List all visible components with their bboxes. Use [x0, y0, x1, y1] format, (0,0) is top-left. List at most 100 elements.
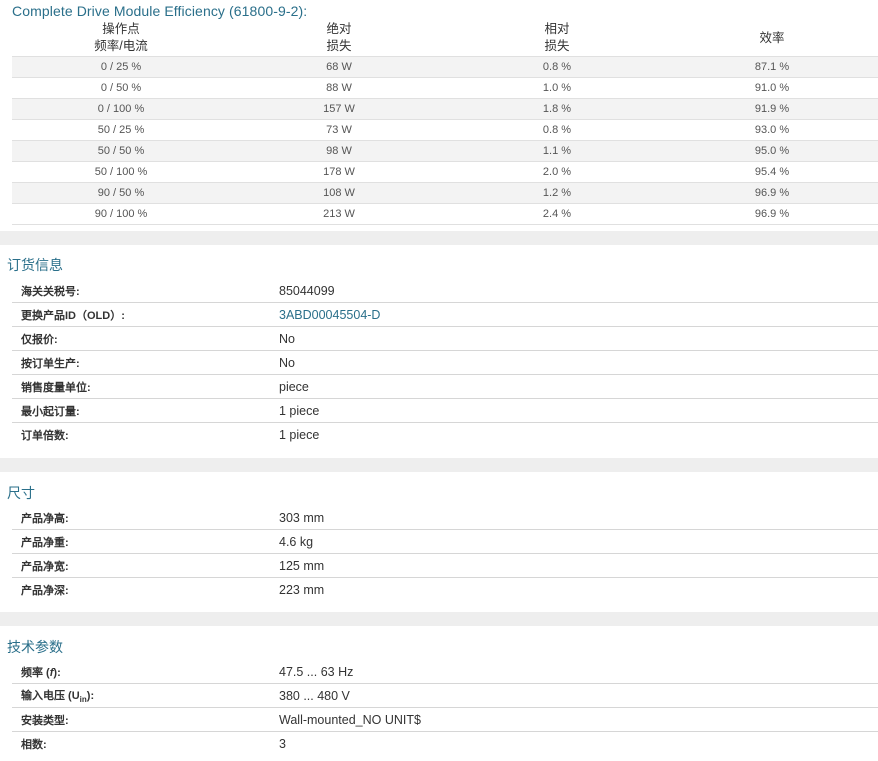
cell-op: 90 / 50 % — [12, 182, 230, 204]
table-row: 50 / 50 % 98 W 1.1 % 95.0 % — [12, 140, 878, 162]
ordering-table: 海关关税号: 85044099 更换产品ID（OLD）: 3ABD0004550… — [12, 279, 878, 446]
table-row: 最小起订量: 1 piece — [12, 398, 878, 423]
key-text: 频率 ( — [21, 666, 50, 679]
table-row: 订单倍数: 1 piece — [12, 423, 878, 447]
cell-op: 90 / 100 % — [12, 203, 230, 225]
technical-key: 安装类型: — [12, 707, 279, 732]
table-row: 仅报价: No — [12, 326, 878, 351]
ordering-value: piece — [279, 374, 878, 399]
header-abs-line1: 绝对 — [326, 22, 352, 36]
section-divider — [0, 231, 878, 245]
technical-key-frequency: 频率 (f): — [12, 660, 279, 684]
key-text: ): — [53, 666, 61, 679]
dimension-value: 303 mm — [279, 506, 878, 530]
table-row: 频率 (f): 47.5 ... 63 Hz — [12, 660, 878, 684]
ordering-value: 85044099 — [279, 279, 878, 303]
technical-value: 380 ... 480 V — [279, 683, 878, 708]
technical-title: 技术参数 — [7, 639, 63, 655]
cell-abs: 98 W — [230, 140, 448, 162]
ordering-value: 1 piece — [279, 398, 878, 423]
technical-value: Wall-mounted_NO UNIT$ — [279, 707, 878, 732]
cell-abs: 178 W — [230, 161, 448, 183]
cell-rel: 0.8 % — [448, 119, 666, 141]
header-operating-point: 操作点 频率/电流 — [12, 20, 230, 57]
cell-op: 50 / 50 % — [12, 140, 230, 162]
dimension-key: 产品净宽: — [12, 553, 279, 578]
dimension-value: 4.6 kg — [279, 529, 878, 554]
cell-eff: 91.9 % — [666, 98, 878, 120]
cell-abs: 73 W — [230, 119, 448, 141]
ordering-value-cell: 3ABD00045504-D — [279, 302, 878, 327]
cell-op: 50 / 25 % — [12, 119, 230, 141]
header-op-line2: 频率/电流 — [94, 39, 148, 53]
ordering-value: 1 piece — [279, 427, 320, 442]
header-absolute-loss: 绝对 损失 — [230, 20, 448, 57]
cell-abs: 88 W — [230, 77, 448, 99]
technical-value: 47.5 ... 63 Hz — [279, 660, 878, 684]
cell-eff: 96.9 % — [666, 203, 878, 225]
cell-abs: 68 W — [230, 56, 448, 78]
ordering-key: 更换产品ID（OLD）: — [12, 302, 279, 327]
technical-key-input-voltage: 输入电压 (Uin): — [12, 683, 279, 708]
dimension-key: 产品净重: — [12, 529, 279, 554]
table-row: 产品净深: 223 mm — [12, 578, 878, 602]
dimensions-table: 产品净高: 303 mm 产品净重: 4.6 kg 产品净宽: 125 mm 产… — [12, 506, 878, 601]
replacement-product-link[interactable]: 3ABD00045504-D — [279, 308, 380, 322]
key-text: ): — [86, 689, 95, 702]
table-row: 输入电压 (Uin): 380 ... 480 V — [12, 683, 878, 708]
cell-op: 0 / 25 % — [12, 56, 230, 78]
key-subscript: in — [79, 695, 87, 705]
technical-key: 相数: — [21, 738, 47, 751]
cell-op: 50 / 100 % — [12, 161, 230, 183]
table-row: 安装类型: Wall-mounted_NO UNIT$ — [12, 707, 878, 732]
efficiency-header-row: 操作点 频率/电流 绝对 损失 相对 损失 效率 — [12, 20, 878, 57]
section-divider — [0, 612, 878, 626]
table-row: 90 / 50 % 108 W 1.2 % 96.9 % — [12, 182, 878, 204]
table-row: 50 / 25 % 73 W 0.8 % 93.0 % — [12, 119, 878, 141]
dimensions-title: 尺寸 — [7, 485, 35, 501]
header-efficiency: 效率 — [759, 30, 785, 45]
efficiency-table: 操作点 频率/电流 绝对 损失 相对 损失 效率 0 / 25 % 68 W 0… — [12, 20, 878, 225]
header-rel-line2: 损失 — [544, 39, 570, 53]
table-row: 50 / 100 % 178 W 2.0 % 95.4 % — [12, 161, 878, 183]
cell-eff: 96.9 % — [666, 182, 878, 204]
ordering-key: 按订单生产: — [12, 350, 279, 375]
cell-abs: 108 W — [230, 182, 448, 204]
ordering-title: 订货信息 — [7, 257, 63, 273]
cell-abs: 157 W — [230, 98, 448, 120]
cell-eff: 91.0 % — [666, 77, 878, 99]
table-row: 产品净重: 4.6 kg — [12, 529, 878, 554]
table-row: 海关关税号: 85044099 — [12, 279, 878, 303]
table-row: 相数: 3 — [12, 732, 878, 756]
dimension-key: 产品净深: — [21, 584, 69, 597]
cell-rel: 2.0 % — [448, 161, 666, 183]
cell-rel: 0.8 % — [448, 56, 666, 78]
cell-op: 0 / 50 % — [12, 77, 230, 99]
ordering-key: 销售度量单位: — [12, 374, 279, 399]
header-rel-line1: 相对 — [544, 22, 570, 36]
cell-eff: 93.0 % — [666, 119, 878, 141]
dimension-key: 产品净高: — [12, 506, 279, 530]
technical-value: 3 — [279, 736, 286, 751]
table-row: 90 / 100 % 213 W 2.4 % 96.9 % — [12, 203, 878, 225]
cell-eff: 87.1 % — [666, 56, 878, 78]
header-relative-loss: 相对 损失 — [448, 20, 666, 57]
cell-rel: 1.8 % — [448, 98, 666, 120]
ordering-key: 海关关税号: — [12, 279, 279, 303]
header-abs-line2: 损失 — [326, 39, 352, 53]
cell-rel: 1.2 % — [448, 182, 666, 204]
header-op-line1: 操作点 — [102, 22, 140, 36]
ordering-value: No — [279, 326, 878, 351]
cell-rel: 1.1 % — [448, 140, 666, 162]
table-row: 0 / 100 % 157 W 1.8 % 91.9 % — [12, 98, 878, 120]
table-row: 0 / 25 % 68 W 0.8 % 87.1 % — [12, 56, 878, 78]
cell-abs: 213 W — [230, 203, 448, 225]
table-row: 按订单生产: No — [12, 350, 878, 375]
cell-op: 0 / 100 % — [12, 98, 230, 120]
section-divider — [0, 458, 878, 472]
table-row: 0 / 50 % 88 W 1.0 % 91.0 % — [12, 77, 878, 99]
cell-eff: 95.0 % — [666, 140, 878, 162]
efficiency-title: Complete Drive Module Efficiency (61800-… — [12, 3, 308, 19]
ordering-key: 订单倍数: — [21, 429, 69, 442]
dimension-value: 125 mm — [279, 553, 878, 578]
